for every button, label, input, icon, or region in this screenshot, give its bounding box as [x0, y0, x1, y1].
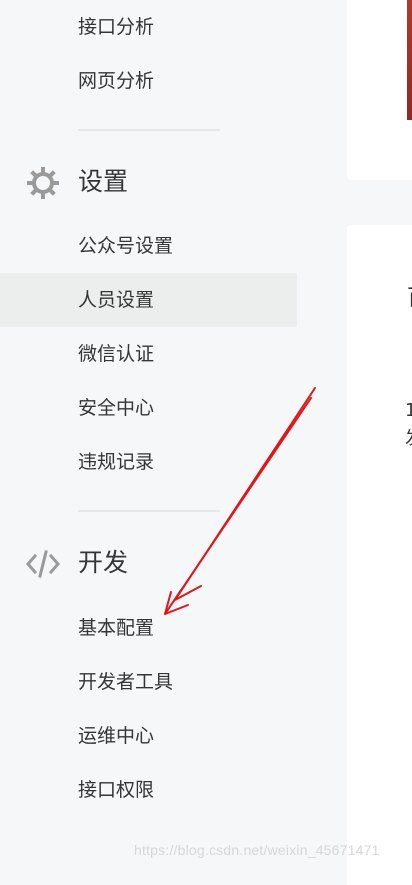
- sidebar-item-api-permissions[interactable]: 接口权限: [0, 763, 297, 817]
- divider: [78, 129, 220, 131]
- sidebar-item-violation-records[interactable]: 违规记录: [0, 435, 297, 489]
- banner-image: [407, 0, 412, 120]
- sidebar-item-developer-tools[interactable]: 开发者工具: [0, 655, 297, 709]
- sidebar-item-account-settings[interactable]: 公众号设置: [0, 219, 297, 273]
- card-text-line: 1: [405, 400, 412, 421]
- section-title-settings: 设置: [78, 167, 129, 196]
- section-develop: 开发: [0, 535, 297, 591]
- sidebar-item-basic-config[interactable]: 基本配置: [0, 601, 297, 655]
- watermark: https://blog.csdn.net/weixin_45671471: [134, 842, 380, 858]
- sidebar-item-ops-center[interactable]: 运维中心: [0, 709, 297, 763]
- sidebar-item-wechat-verify[interactable]: 微信认证: [0, 327, 297, 381]
- sidebar-item-api-analysis[interactable]: 接口分析: [0, 0, 297, 54]
- sidebar-item-web-analysis[interactable]: 网页分析: [0, 54, 297, 108]
- card-text-line: 发: [405, 425, 412, 453]
- gear-icon: [27, 167, 59, 199]
- sidebar-nav: 接口分析 网页分析 设置 公众号设置 人员设置 微信认证 安全中心 违规记录 开…: [0, 0, 300, 870]
- card-text: 1 发: [405, 397, 412, 453]
- card-heading: 百: [407, 280, 412, 312]
- content-card-main: 百 1 发: [347, 225, 412, 885]
- content-card-top: [347, 0, 412, 180]
- sidebar-item-security-center[interactable]: 安全中心: [0, 381, 297, 435]
- code-icon: [26, 550, 60, 578]
- divider: [78, 510, 220, 512]
- section-title-develop: 开发: [78, 548, 129, 577]
- sidebar-item-member-settings[interactable]: 人员设置: [0, 273, 297, 327]
- section-settings: 设置: [0, 154, 297, 210]
